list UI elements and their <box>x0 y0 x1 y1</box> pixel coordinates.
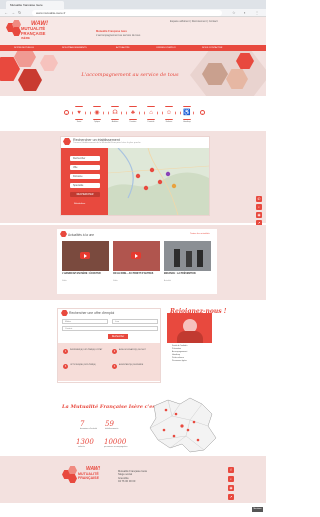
hero-photo <box>190 51 266 96</box>
job-number: 3 <box>63 364 68 369</box>
hero-title: L'accompagnement au service de tous <box>81 72 179 78</box>
join-list-item: Personnes âgées <box>172 360 187 363</box>
ear-icon: ☊ <box>112 110 118 116</box>
phone-icon[interactable]: ✆ <box>256 196 262 202</box>
service-label: Optique <box>93 121 101 123</box>
service-label: Domicile <box>147 121 155 123</box>
news-all-link[interactable]: Toutes les actualités <box>190 233 210 235</box>
senior-icon: ♿ <box>183 110 191 116</box>
job-contract-select[interactable]: Contrat <box>62 326 158 331</box>
news-video-2[interactable] <box>113 241 160 271</box>
stat-label: domaines d'activité <box>80 428 97 430</box>
news-caption[interactable]: L'HANDICAP EN ISÈRE : ÉCOUTER <box>62 273 109 276</box>
person-figure <box>197 250 203 267</box>
job-search-button[interactable]: Rechercher <box>108 334 128 339</box>
location-icon[interactable]: ◉ <box>228 485 234 491</box>
service-label: Audition <box>111 121 119 123</box>
footer-address: Mutualité Française Isère Siège social G… <box>118 470 147 483</box>
news-meta: Actualité <box>164 280 171 282</box>
chevron-right-icon[interactable]: › <box>200 110 205 115</box>
domain-select[interactable]: Domaine <box>70 174 100 179</box>
service-label: Handicap <box>183 121 191 123</box>
person-body <box>177 331 203 343</box>
job-item[interactable]: AIDE-SOIGNANT(E) DE NUIT <box>119 349 155 352</box>
isere-map[interactable] <box>146 396 218 456</box>
forward-icon[interactable]: → <box>11 11 15 15</box>
service-label: Enfance <box>165 121 173 123</box>
reload-icon[interactable]: ↻ <box>18 11 21 15</box>
finder-subtitle: Trouvez l'établissement de la Mutualité … <box>73 142 141 144</box>
job-keyword-field[interactable]: Métier <box>62 319 108 324</box>
join-photo[interactable] <box>167 313 212 343</box>
stat-number: 7 <box>80 420 85 428</box>
menu-icon[interactable]: ⋮ <box>255 11 259 15</box>
stat-label: établissements <box>105 428 119 430</box>
footer-logo-line2: FRANÇAISE <box>78 476 99 480</box>
logo-line3: ISÈRE <box>21 36 31 41</box>
job-item[interactable]: ASSISTANT(E) DENTAIRE <box>119 364 155 367</box>
job-number: 2 <box>112 349 117 354</box>
extensions-icon[interactable]: ▪ <box>244 11 245 15</box>
legal-link[interactable]: Mentions légales <box>252 507 263 515</box>
play-icon[interactable] <box>80 252 90 259</box>
header-top-links[interactable]: Espace adhérent | Recrutement | Contact <box>170 20 218 23</box>
news-image-3[interactable] <box>164 241 211 271</box>
stat-label: personnes accompagnées <box>104 446 128 448</box>
footer-logo[interactable]: WAW! MUTUALITÉ FRANÇAISE <box>78 466 100 480</box>
search-icon[interactable]: ⌕ <box>228 476 234 482</box>
person-figure <box>174 249 180 267</box>
person-figure <box>186 251 192 267</box>
finder-search-button[interactable]: RECHERCHER <box>70 192 100 197</box>
chevron-left-icon[interactable]: ‹ <box>64 110 69 115</box>
footer-phone[interactable]: 04 76 00 00 00 <box>118 480 147 483</box>
stat-number: 1300 <box>76 438 94 446</box>
address-bar[interactable]: www.mutualite-isere.fr <box>32 10 222 16</box>
job-number: 1 <box>63 349 68 354</box>
home-icon: ⌂ <box>149 110 153 116</box>
job-location-field[interactable]: Lieu <box>112 319 158 324</box>
stat-number: 59 <box>105 420 114 428</box>
care-icon: ♥ <box>77 110 81 116</box>
stat-number: 10000 <box>104 438 127 446</box>
stat-label: salariés <box>78 446 85 448</box>
search-field[interactable]: Rechercher <box>70 156 100 161</box>
facebook-icon[interactable]: f <box>228 467 234 473</box>
browser-tab[interactable]: Mutualite francaise Isere <box>6 1 64 9</box>
star-icon[interactable]: ☆ <box>232 11 236 15</box>
play-icon[interactable] <box>131 252 141 259</box>
stats-section <box>0 388 266 456</box>
back-icon[interactable]: ← <box>4 11 8 15</box>
child-icon: ☺ <box>165 110 173 116</box>
news-meta: Vidéo <box>62 280 67 282</box>
map[interactable] <box>108 148 209 215</box>
logo[interactable]: WAW! MUTUALITÉ FRANÇAISE ISÈRE <box>21 21 48 41</box>
service-label: Dentaire <box>129 121 137 123</box>
finder-reset-link[interactable]: Réinitialiser <box>74 203 85 205</box>
page-bottom <box>0 503 266 517</box>
news-caption[interactable]: ON LE DIRE... AU PROFIT D'AUTRES <box>113 273 160 276</box>
search-icon[interactable]: ⌕ <box>256 204 262 210</box>
city-field[interactable]: Ville <box>70 165 100 170</box>
tooth-icon: ♣ <box>131 110 135 116</box>
news-caption[interactable]: ENFANCE : LA PRÉVENTION <box>164 273 211 276</box>
news-video-1[interactable] <box>62 241 109 271</box>
header-sub: L'accompagnement au service de tous <box>96 34 141 37</box>
header-tagline: Mutualité Française Isère <box>96 30 127 33</box>
share-icon[interactable]: ↗ <box>228 494 234 500</box>
news-title: Actualités à la une <box>68 233 95 237</box>
join-list: Santé de l'individu Prévention Accompagn… <box>172 345 212 364</box>
job-number: 4 <box>112 364 117 369</box>
hero-hex <box>18 69 42 91</box>
jobs-title: Rechercher une offre d'emploi <box>69 311 115 315</box>
map-svg <box>108 148 209 215</box>
job-item[interactable]: INFIRMIER(E) DIPLÔMÉ(E) D'ÉTAT <box>70 349 106 352</box>
hero-hex <box>40 55 58 71</box>
location-icon[interactable]: ◉ <box>256 212 262 218</box>
specialty-select[interactable]: Spécialité <box>70 183 100 188</box>
optic-icon: ◉ <box>94 110 100 116</box>
news-meta: Vidéo <box>113 280 118 282</box>
service-label: Soins <box>76 121 82 123</box>
job-item[interactable]: OPTICIEN(NE) DIPLÔMÉ(E) <box>70 364 106 367</box>
